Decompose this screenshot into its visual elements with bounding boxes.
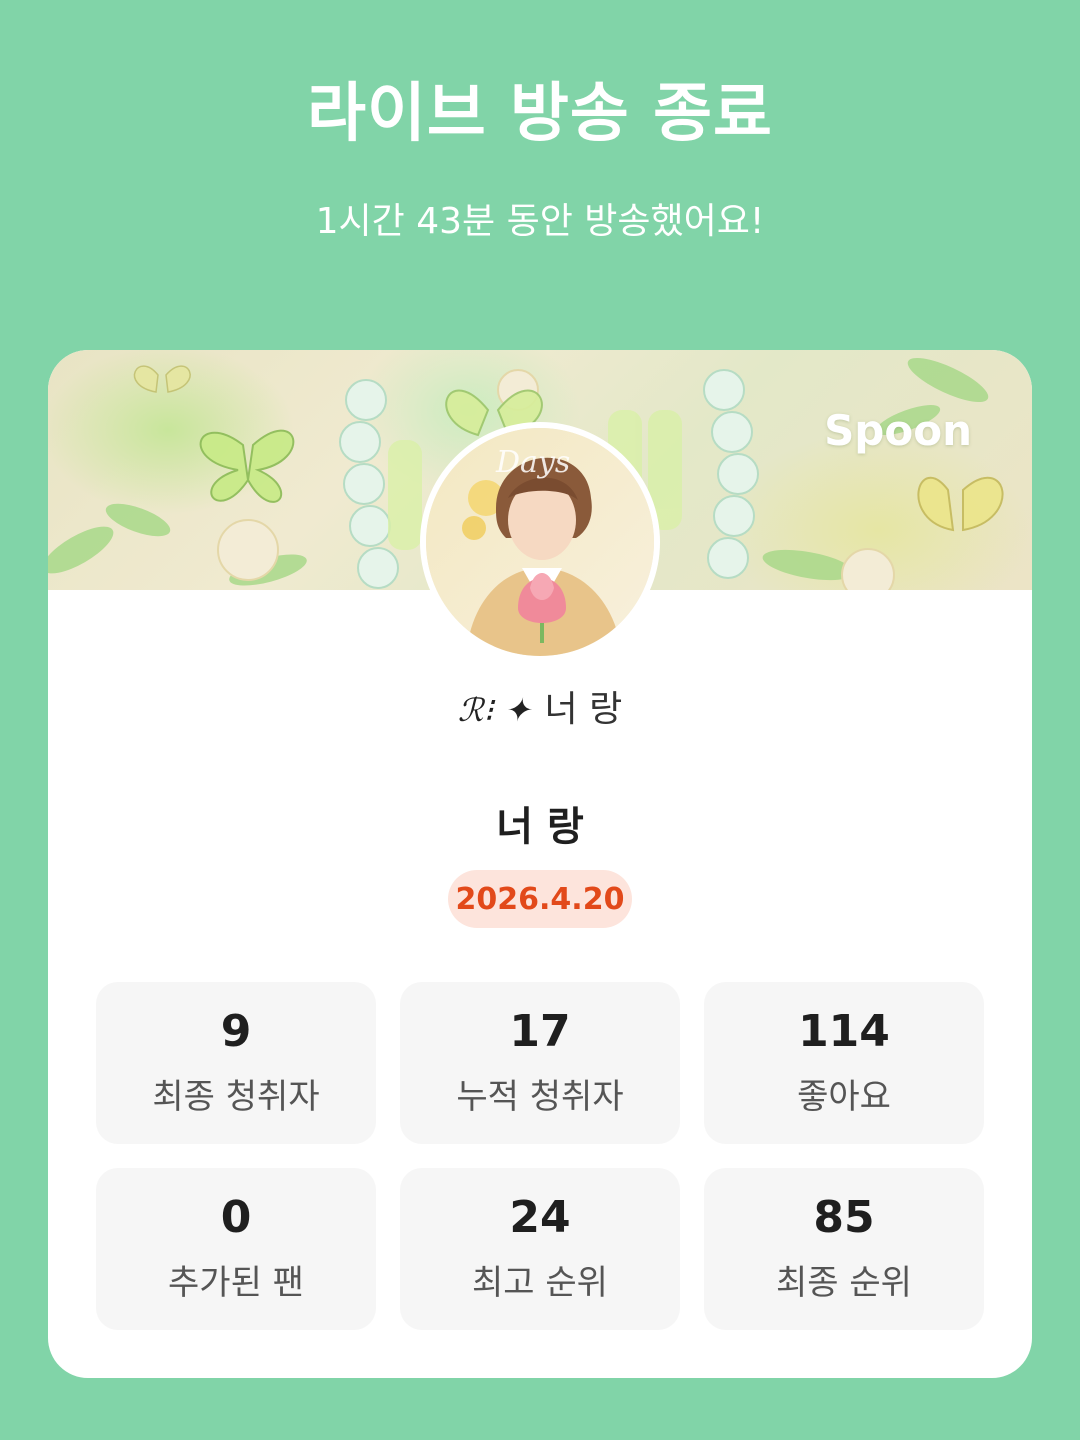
stat-value: 85	[813, 1192, 875, 1243]
stat-likes: 114 좋아요	[704, 982, 984, 1144]
stat-new-fans: 0 추가된 팬	[96, 1168, 376, 1330]
stat-label: 추가된 팬	[168, 1263, 304, 1303]
stat-label: 좋아요	[797, 1077, 891, 1117]
stat-label: 최종 청취자	[152, 1077, 320, 1117]
stat-value: 24	[509, 1192, 571, 1243]
broadcast-stats-grid: 9 최종 청취자 17 누적 청취자 114 좋아요 0 추가된 팬 24 최고…	[96, 982, 984, 1330]
dj-avatar[interactable]: Days	[420, 422, 660, 662]
stat-value: 0	[220, 1192, 252, 1243]
svg-text:Days: Days	[495, 445, 570, 480]
stat-value: 17	[509, 1006, 571, 1057]
broadcast-summary-card: Spoon Days ℛ⁝ ✦ 너 랑 너 랑 2026.4.20 9 최종 청…	[48, 350, 1032, 1378]
stat-final-rank: 85 최종 순위	[704, 1168, 984, 1330]
stat-final-listeners: 9 최종 청취자	[96, 982, 376, 1144]
dj-nickname: 너 랑	[544, 689, 623, 730]
broadcast-duration-text: 1시간 43분 동안 방송했어요!	[315, 201, 765, 242]
nickname-mark: ℛ⁝ ✦	[457, 691, 531, 729]
dj-name: 너 랑	[496, 804, 584, 850]
page-title: 라이브 방송 종료	[307, 77, 773, 151]
stat-highest-rank: 24 최고 순위	[400, 1168, 680, 1330]
broadcast-date-badge: 2026.4.20	[448, 870, 632, 928]
broadcast-end-screen: 라이브 방송 종료 1시간 43분 동안 방송했어요! Spoon Days ℛ…	[0, 0, 1080, 1440]
stat-total-listeners: 17 누적 청취자	[400, 982, 680, 1144]
stat-label: 누적 청취자	[456, 1077, 624, 1117]
stat-value: 9	[220, 1006, 252, 1057]
dj-nickname-tag: ℛ⁝ ✦ 너 랑	[48, 680, 1032, 732]
spoon-logo: Spoon	[824, 406, 972, 455]
stat-label: 최고 순위	[472, 1263, 608, 1303]
stat-label: 최종 순위	[776, 1263, 912, 1303]
stat-value: 114	[798, 1006, 890, 1057]
